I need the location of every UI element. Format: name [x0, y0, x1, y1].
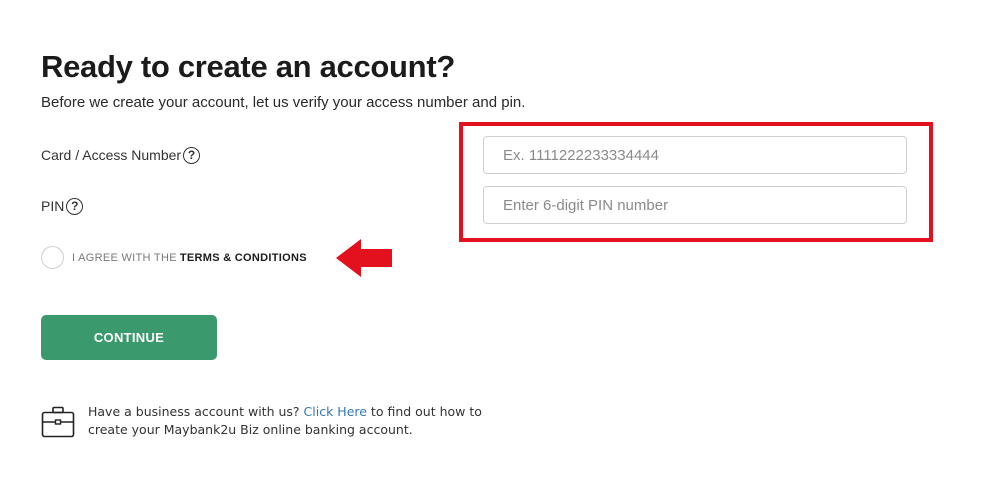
- card-label-text: Card / Access Number: [41, 147, 182, 163]
- business-text-line1: Have a business account with us? Click H…: [88, 403, 482, 421]
- page-title: Ready to create an account?: [41, 49, 455, 84]
- pin-label-text: PIN: [41, 198, 65, 214]
- agree-terms-control[interactable]: I AGREE WITH THE TERMS & CONDITIONS: [41, 246, 307, 269]
- question-circle-icon[interactable]: ?: [66, 197, 84, 215]
- briefcase-icon: [41, 406, 75, 438]
- pin-input[interactable]: [483, 186, 907, 224]
- business-text-before: Have a business account with us?: [88, 404, 300, 419]
- business-text-line2: create your Maybank2u Biz online banking…: [88, 422, 413, 437]
- card-access-number-input[interactable]: [483, 136, 907, 174]
- question-circle-icon[interactable]: ?: [183, 146, 201, 164]
- business-text-after: to find out how to: [370, 404, 482, 419]
- click-here-link[interactable]: Click Here: [304, 404, 367, 419]
- card-access-number-label: Card / Access Number ?: [41, 145, 201, 165]
- arrow-left-icon: [336, 239, 392, 277]
- terms-conditions-link[interactable]: TERMS & CONDITIONS: [180, 252, 307, 264]
- agree-terms-radio[interactable]: [41, 246, 64, 269]
- business-account-info: Have a business account with us? Click H…: [41, 403, 482, 439]
- page-subtitle: Before we create your account, let us ve…: [41, 94, 526, 111]
- continue-button[interactable]: CONTINUE: [41, 315, 217, 360]
- agree-terms-label: I AGREE WITH THE TERMS & CONDITIONS: [72, 252, 307, 264]
- business-account-text: Have a business account with us? Click H…: [88, 403, 482, 439]
- agree-prefix-text: I AGREE WITH THE: [72, 251, 177, 264]
- pin-label: PIN ?: [41, 196, 84, 216]
